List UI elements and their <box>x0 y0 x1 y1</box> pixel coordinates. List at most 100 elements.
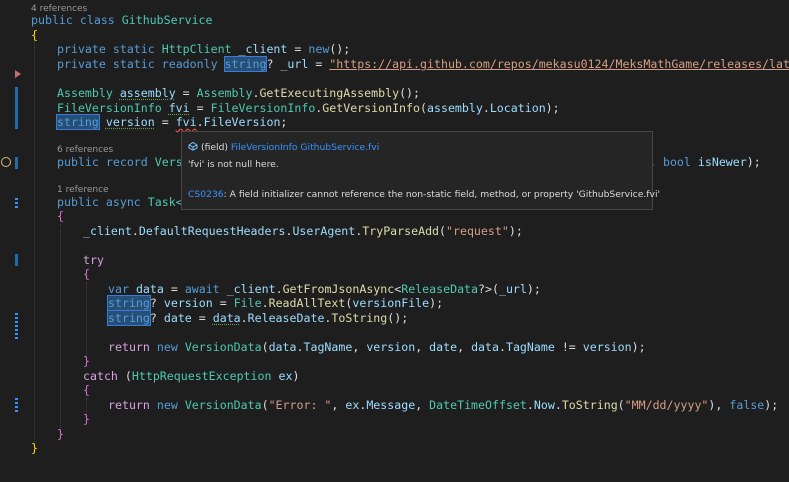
tooltip-nullability: 'fvi' is not null here. <box>188 159 279 170</box>
punctuation: ; <box>280 115 288 129</box>
error-reference[interactable]: fvi <box>176 115 197 129</box>
method-name: TryParseAdd <box>362 224 440 238</box>
code-line-try[interactable]: try <box>83 253 104 268</box>
code-line-return-versiondata[interactable]: return new VersionData(data.TagName, ver… <box>108 340 646 355</box>
punctuation: (); <box>387 311 409 325</box>
tooltip-type-link[interactable]: FileVersionInfo <box>231 142 298 153</box>
field-icon <box>188 141 198 151</box>
code-line-method-close[interactable]: } <box>57 427 64 442</box>
keyword: new <box>308 42 330 56</box>
code-line-version-field[interactable]: string version = fvi.FileVersion; <box>56 114 288 130</box>
punctuation: . <box>261 296 269 310</box>
keyword: public <box>31 13 73 27</box>
tooltip-signature: (field) FileVersionInfo GithubService.fv… <box>188 141 379 153</box>
code-line-catch[interactable]: catch (HttpRequestException ex) <box>83 369 299 384</box>
breakpoint-arrow-icon[interactable] <box>15 70 21 78</box>
change-marker <box>15 196 18 208</box>
error-message: : A field initializer cannot reference t… <box>223 189 661 200</box>
code-line-method-open[interactable]: { <box>57 209 64 224</box>
type-name: Assembly <box>57 86 113 100</box>
argument: _url <box>498 282 527 296</box>
code-line-assembly-field[interactable]: Assembly assembly = Assembly.GetExecutin… <box>57 86 420 101</box>
punctuation: , <box>352 340 367 354</box>
parameter-name: isNewer <box>697 155 747 169</box>
code-editor[interactable]: 4 references public class GithubService … <box>0 0 789 482</box>
code-line-record-decl[interactable]: public record Versi <box>57 155 190 170</box>
punctuation: . <box>526 398 534 412</box>
keyword: new <box>156 340 178 354</box>
editor-gutter[interactable] <box>0 0 27 482</box>
method-name: GetVersionInfo <box>322 101 421 115</box>
code-line-url-field[interactable]: private static readonly string? _url = "… <box>57 56 789 72</box>
punctuation: ) <box>292 369 300 383</box>
method-name: GetExecutingAssembly <box>259 86 400 100</box>
argument: data <box>471 340 499 354</box>
brace: { <box>83 267 90 281</box>
punctuation: ), <box>708 398 730 412</box>
punctuation: ); <box>526 282 541 296</box>
operator: != <box>554 340 583 354</box>
property-name: FileVersion <box>203 115 281 129</box>
type-keyword-highlighted: string <box>107 310 151 326</box>
code-line-try-close[interactable]: } <box>83 354 90 369</box>
property-name: ReleaseDate <box>247 311 325 325</box>
field-name: assembly <box>119 86 176 100</box>
code-line-open-brace[interactable]: { <box>31 28 38 43</box>
argument: ex <box>345 398 360 412</box>
code-line-record-tail[interactable]: , bool isNewer); <box>649 155 761 170</box>
punctuation: ( <box>491 282 499 296</box>
type-name: HttpClient <box>161 42 232 56</box>
code-line-return-error[interactable]: return new VersionData("Error: ", ex.Mes… <box>108 398 778 413</box>
indent-guide <box>60 224 61 434</box>
punctuation: . <box>554 398 562 412</box>
type-keyword-highlighted: string <box>223 56 268 72</box>
quickinfo-tooltip: (field) FileVersionInfo GithubService.fv… <box>181 131 660 210</box>
field-name: version <box>105 115 155 129</box>
lightbulb-icon[interactable] <box>1 157 11 167</box>
keyword: await <box>184 282 220 296</box>
punctuation: , <box>415 340 430 354</box>
keyword: readonly <box>161 57 218 71</box>
punctuation: . <box>131 224 139 238</box>
code-line-fvi-field[interactable]: FileVersionInfo fvi = FileVersionInfo. Ge… <box>57 101 560 116</box>
method-name: GetFromJsonAsync <box>282 282 395 296</box>
string-literal: "MM/dd/yyyy" <box>624 398 709 412</box>
control-keyword: try <box>83 253 104 267</box>
punctuation: ); <box>429 296 444 310</box>
type-name: FileVersionInfo <box>57 101 162 115</box>
property-name: TagName <box>505 340 555 354</box>
code-line-useragent[interactable]: _client.DefaultRequestHeaders.UserAgent.… <box>83 224 523 239</box>
punctuation: ? <box>149 311 164 325</box>
error-code-link[interactable]: CS0236 <box>188 189 224 200</box>
field-name: _url <box>280 57 309 71</box>
punctuation: , <box>331 398 346 412</box>
brace: } <box>31 441 38 455</box>
code-line-catch-close[interactable]: } <box>83 412 90 427</box>
type-name: VersionData <box>184 398 262 412</box>
operator: = <box>308 57 330 71</box>
code-line-date[interactable]: string? date = data.ReleaseDate.ToString… <box>107 310 409 326</box>
keyword: false <box>729 398 765 412</box>
keyword: new <box>156 398 178 412</box>
method-name: ReadAllText <box>268 296 346 310</box>
property-name: UserAgent <box>292 224 356 238</box>
code-line-data[interactable]: var data = await _client.GetFromJsonAsyn… <box>108 282 541 297</box>
variable-name: data <box>135 282 164 296</box>
argument: version <box>582 340 632 354</box>
indent-guide <box>34 38 35 448</box>
code-line-client-field[interactable]: private static HttpClient _client = new(… <box>57 42 350 57</box>
url-string-link[interactable]: "https://api.github.com/repos/mekasu0124… <box>329 57 789 71</box>
keyword: public <box>57 155 99 169</box>
code-line-method-decl[interactable]: public async Task<V <box>57 195 190 210</box>
type-keyword-highlighted: string <box>107 295 151 311</box>
punctuation: ( <box>439 224 447 238</box>
code-line-catch-open[interactable]: { <box>83 383 90 398</box>
change-marker <box>15 157 18 169</box>
code-line-readall[interactable]: string? version = File.ReadAllText(versi… <box>107 295 444 311</box>
keyword: static <box>112 42 155 56</box>
code-line-try-open[interactable]: { <box>83 267 90 282</box>
code-line-class-decl[interactable]: public class GithubService <box>31 13 213 28</box>
punctuation: ); <box>746 155 761 169</box>
tooltip-member-link[interactable]: GithubService.fvi <box>300 142 379 153</box>
code-line-class-close[interactable]: } <box>31 441 38 456</box>
